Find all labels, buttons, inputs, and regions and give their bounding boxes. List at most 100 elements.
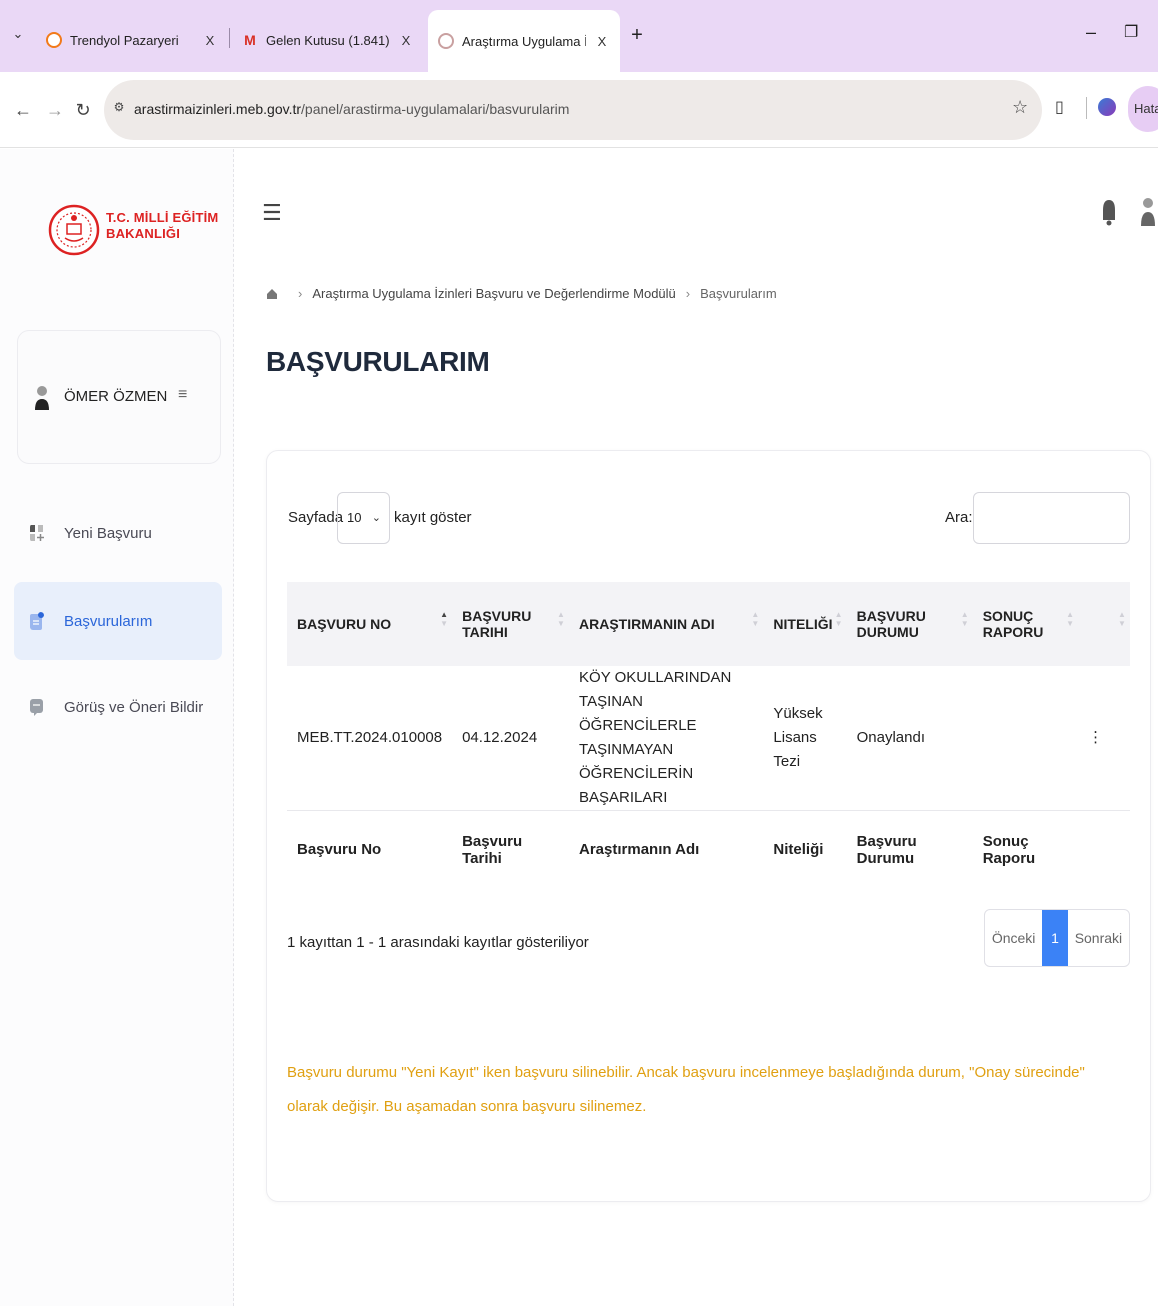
column-header-actions[interactable]: ▲ ▼ [1078,582,1130,666]
tab-close-icon[interactable]: X [398,33,414,48]
applications-table: BAŞVURU NO ▲ ▼ BAŞVURU TARIHI ▲ ▼ ARAŞTIRMAN… [287,582,1130,889]
footer-type: Niteliği [773,841,824,859]
feedback-chat-icon [30,699,43,716]
table-info: 1 kayıttan 1 - 1 arasındaki kayıtlar gös… [287,934,589,951]
browser-tab-active[interactable]: Araştırma Uygulama İzinleri Baş X [428,10,620,72]
reload-icon[interactable]: ↻ [74,100,92,121]
window-restore-icon[interactable]: ❐ [1124,22,1138,42]
sort-icon: ▲ ▼ [1118,610,1126,628]
footer-status: Başvuru Durumu [856,832,917,867]
sort-icon: ▲ ▼ [960,610,969,628]
table-row[interactable]: MEB.TT.2024.010008 04.12.2024 KÖY OKULLA… [287,666,1130,811]
site-info-icon[interactable]: ⚙ [110,100,128,118]
copilot-icon[interactable] [1098,98,1116,116]
new-tab-button[interactable]: + [626,24,648,47]
table-header-row: BAŞVURU NO ▲ ▼ BAŞVURU TARIHI ▲ ▼ ARAŞTIRMAN… [287,582,1130,666]
page-length-select[interactable]: 10 ⌄ [337,492,390,544]
logo-line-2: BAKANLIĞI [106,226,181,241]
sidebar-item-feedback[interactable]: Görüş ve Öneri Bildir [14,668,222,746]
footer-date: Başvuru Tarihi [462,832,523,867]
trendyol-favicon-icon [46,32,62,48]
toolbar-divider [1086,97,1087,119]
column-label: NITELIĞI [773,616,833,632]
cell-name: KÖY OKULLARINDAN TAŞINAN ÖĞRENCİLERLE TA… [579,669,732,806]
error-chip[interactable]: Hata [1128,86,1158,132]
browser-tab-trendyol[interactable]: Trendyol Pazaryeri X [36,14,228,66]
sidebar-item-label: Görüş ve Öneri Bildir [64,698,204,716]
pagination-previous-button[interactable]: Önceki [985,910,1042,966]
column-header-type[interactable]: NITELIĞI ▲ ▼ [763,582,846,666]
sidebar-item-new-application[interactable]: Yeni Başvuru [14,494,222,572]
footer-actions [1078,811,1130,889]
sort-icon: ▲ ▼ [557,610,565,628]
page-length-value: 10 [347,510,362,525]
column-label: BAŞVURU NO [297,616,392,632]
footer-name: Araştırmanın Adı [579,841,700,859]
browser-tab-gmail[interactable]: M Gelen Kutusu (1.841) - ozmeno X [232,14,424,66]
gmail-favicon-icon: M [244,32,256,48]
cell-date: 04.12.2024 [462,729,538,746]
url-text[interactable]: arastirmaizinleri.meb.gov.tr/panel/arast… [134,101,569,117]
tab-title: Trendyol Pazaryeri [70,32,179,48]
window-minimize-icon[interactable]: – [1086,22,1096,43]
menu-toggle-icon[interactable]: ☰ [262,200,282,226]
sidebar-item-label: Yeni Başvuru [64,524,152,542]
row-actions-kebab-icon[interactable]: ⋮ [1078,666,1130,811]
column-header-no[interactable]: BAŞVURU NO ▲ ▼ [287,582,452,666]
user-menu-filter-icon[interactable]: ≡ [178,386,187,404]
bookmark-star-icon[interactable]: ☆ [1012,97,1028,118]
cell-no: MEB.TT.2024.010008 [297,729,443,746]
user-name: ÖMER ÖZMEN [64,388,168,405]
column-label: BAŞVURU DURUMU [856,608,926,640]
column-label: BAŞVURU TARIHI [462,608,532,640]
column-label: ARAŞTIRMANIN ADI [579,616,715,632]
breadcrumb-module-link[interactable]: Araştırma Uygulama İzinleri Başvuru ve D… [312,286,675,301]
search-label: Ara: [945,509,973,526]
tab-title: Araştırma Uygulama İzinleri Baş [462,33,586,49]
tab-close-icon[interactable]: X [202,33,218,48]
sort-icon: ▲ ▼ [1066,610,1075,628]
pagination-page-1-button[interactable]: 1 [1042,910,1068,966]
new-application-icon [30,525,44,541]
url-path: /panel/arastirma-uygulamalari/basvurular… [301,101,570,117]
breadcrumb-current: Başvurularım [700,286,777,301]
column-header-status[interactable]: BAŞVURU DURUMU ▲ ▼ [847,582,973,666]
meb-favicon-icon [438,33,454,49]
cell-status: Onaylandı [856,729,925,746]
column-header-name[interactable]: ARAŞTIRMANIN ADI ▲ ▼ [569,582,763,666]
sort-icon: ▲ ▼ [751,610,760,628]
extensions-puzzle-icon[interactable]: ▯ [1055,97,1064,117]
sort-icon: ▲ ▼ [834,610,843,628]
pagination-next-button[interactable]: Sonraki [1068,910,1129,966]
notification-bell-icon[interactable] [1102,194,1116,228]
chevron-down-icon: ⌄ [371,512,381,524]
profile-avatar-icon[interactable] [1140,194,1156,228]
page-length-suffix: kayıt göster [394,509,472,526]
meb-logo-icon [48,204,100,256]
sidebar-item-label: Başvurularım [64,612,153,630]
tab-search-dropdown-icon[interactable]: ⌄ [10,26,26,42]
footer-no: Başvuru No [297,841,382,859]
search-input[interactable] [973,492,1130,544]
home-icon[interactable] [266,288,278,300]
forward-arrow-icon[interactable]: → [46,100,64,121]
table-footer-row: Başvuru No Başvuru Tarihi Araştırmanın A… [287,811,1130,889]
tab-title: Gelen Kutusu (1.841) - ozmeno [266,32,390,48]
browser-tab-bar: ⌄ Trendyol Pazaryeri X M Gelen Kutusu (1… [0,0,1158,72]
page-length-label: Sayfada [288,509,344,526]
cell-report [973,666,1078,811]
pagination: Önceki 1 Sonraki [984,909,1130,967]
column-header-date[interactable]: BAŞVURU TARIHI ▲ ▼ [452,582,569,666]
sidebar-item-my-applications[interactable]: Başvurularım [14,582,222,660]
tab-divider [229,28,230,48]
column-header-report[interactable]: SONUÇ RAPORU ▲ ▼ [973,582,1078,666]
tab-close-icon[interactable]: X [594,34,610,49]
deletion-info-note: Başvuru durumu "Yeni Kayıt" iken başvuru… [287,1064,1085,1115]
page-title: BAŞVURULARIM [266,346,490,377]
logo-line-1: T.C. MİLLİ EĞİTİM [106,210,219,225]
breadcrumb: › Araştırma Uygulama İzinleri Başvuru ve… [266,286,777,301]
logo-text: T.C. MİLLİ EĞİTİM BAKANLIĞI [106,210,218,242]
sort-icon: ▲ ▼ [440,610,449,628]
breadcrumb-separator-icon: › [685,286,691,301]
back-arrow-icon[interactable]: ← [14,100,32,121]
